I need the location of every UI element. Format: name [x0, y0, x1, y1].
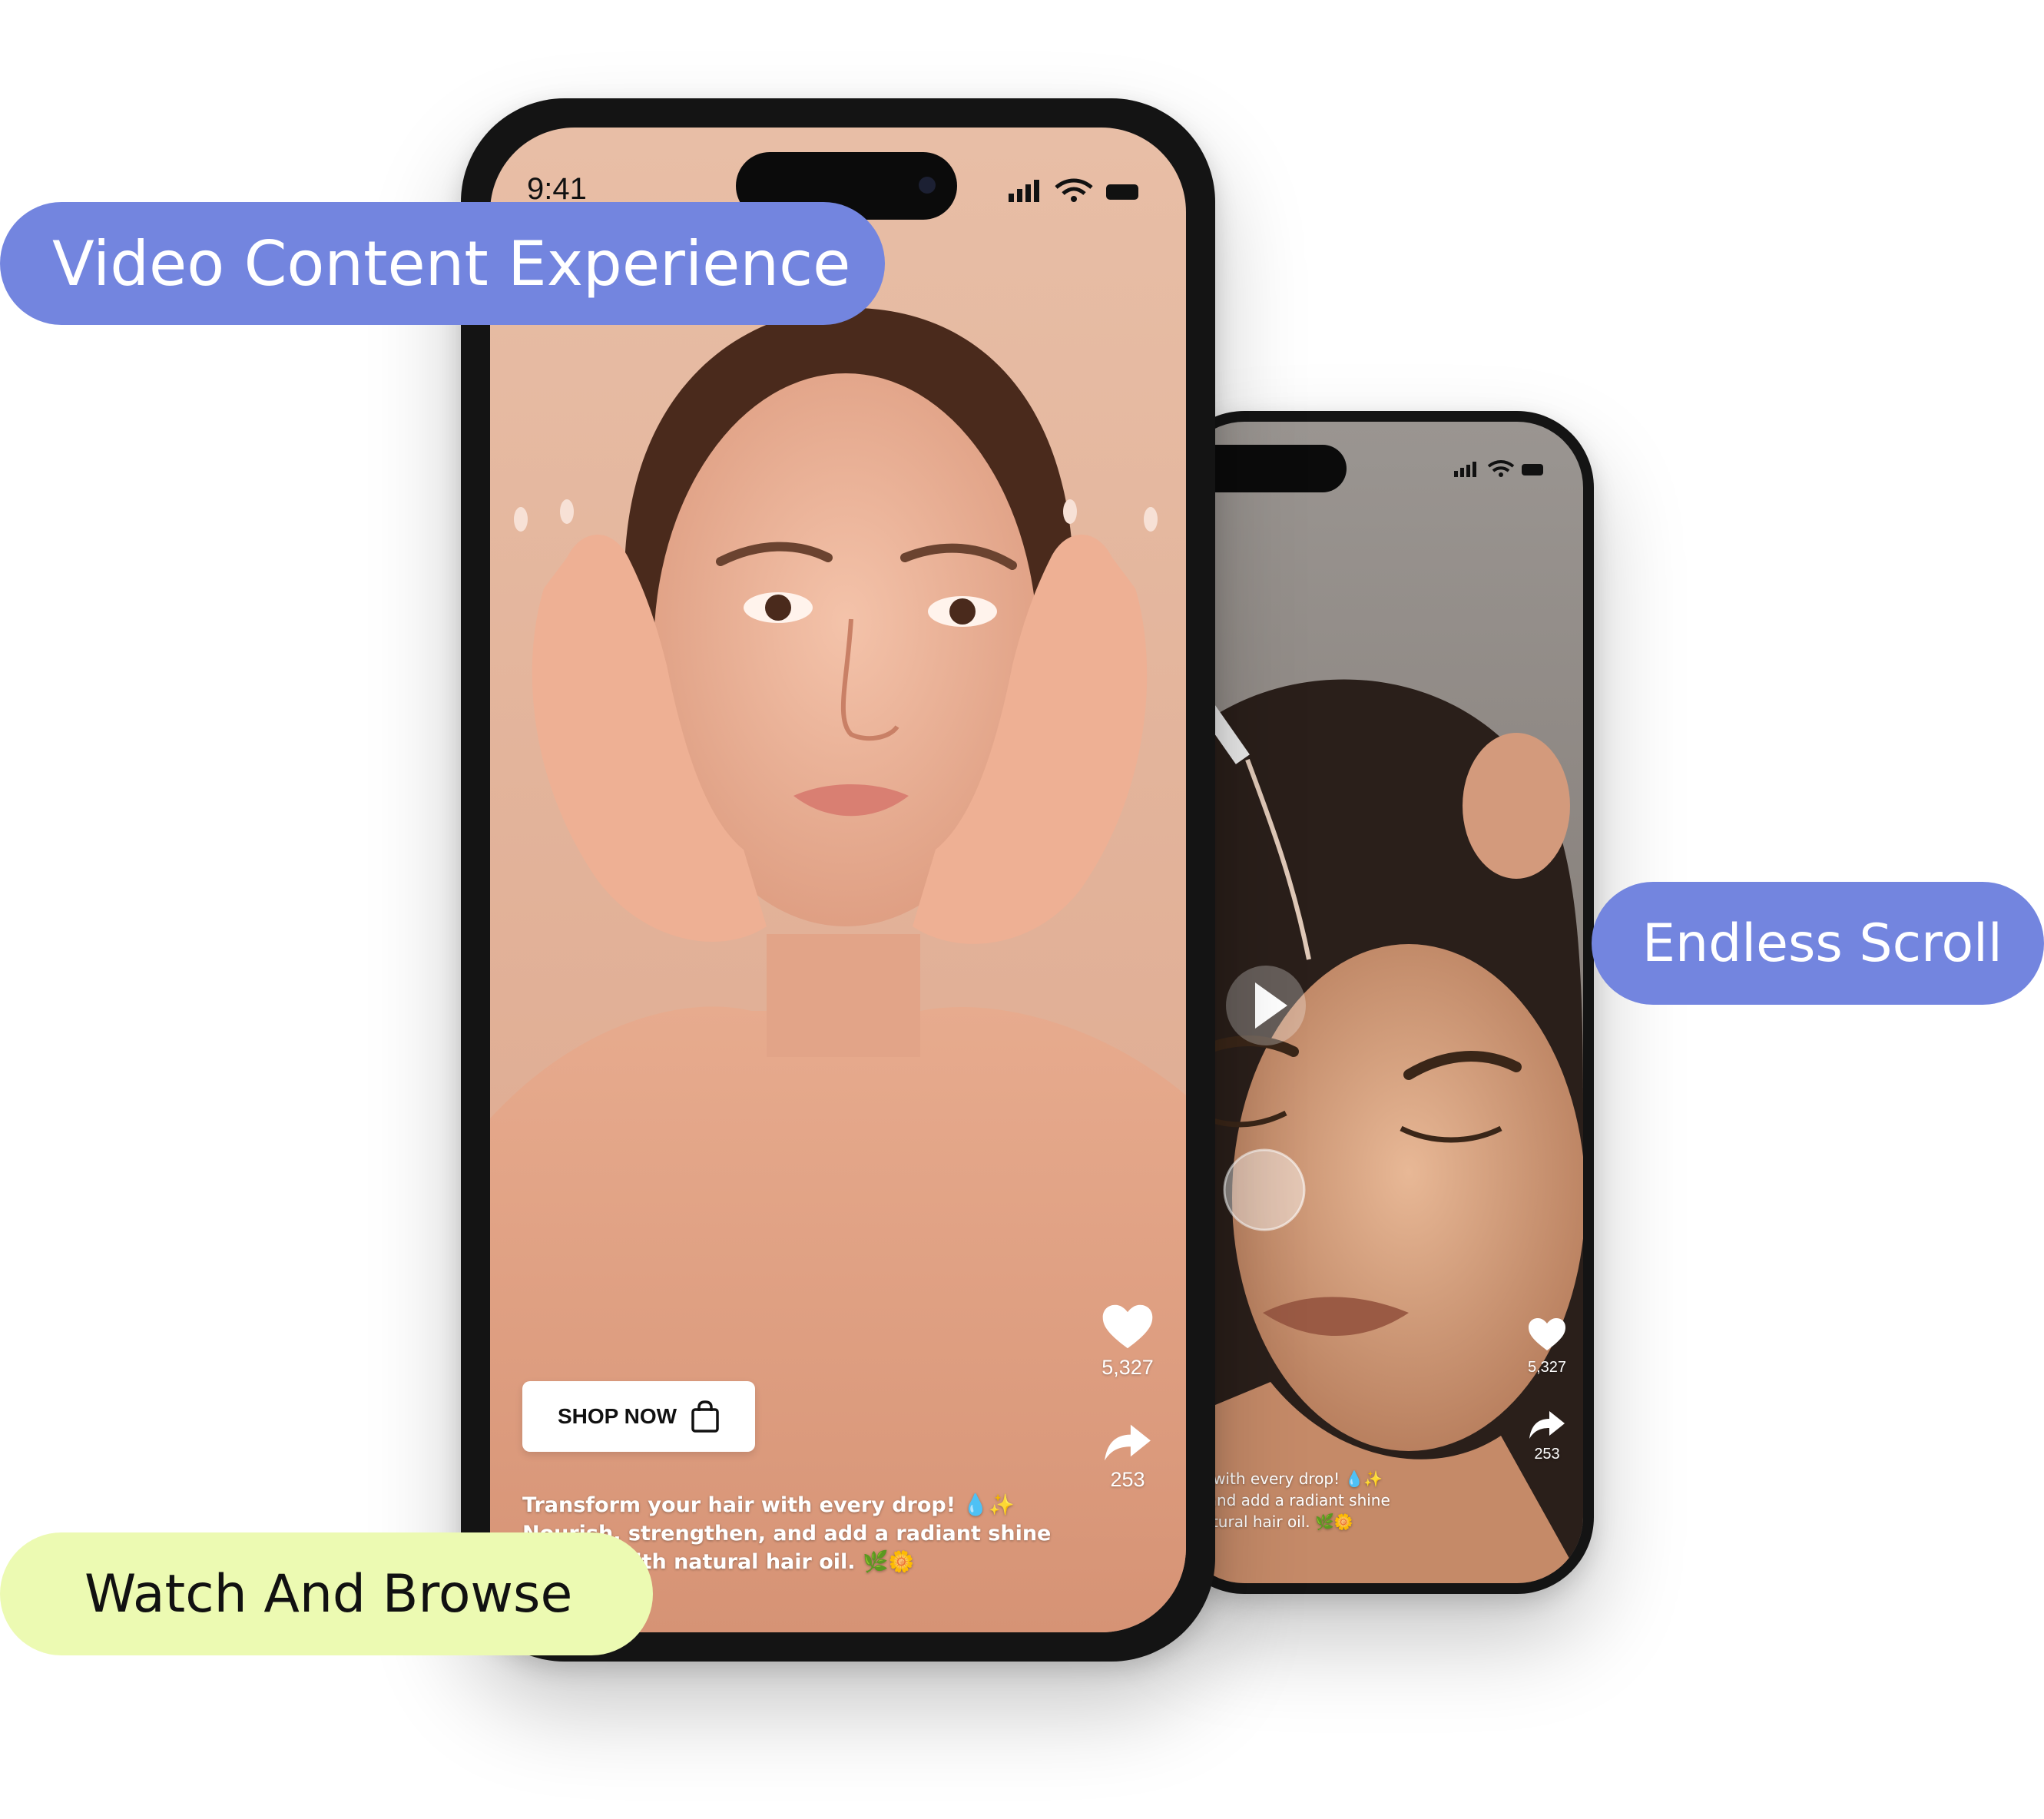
label-text: Video Content Experience — [52, 227, 851, 300]
shop-now-button[interactable]: SHOP NOW — [522, 1381, 755, 1452]
heart-icon — [1529, 1318, 1565, 1350]
watch-and-browse-label: Watch And Browse — [0, 1532, 653, 1655]
endless-scroll-label: Endless Scroll — [1592, 882, 2044, 1005]
video-caption: hair with every drop! 💧✨ en, and add a r… — [1178, 1468, 1486, 1532]
share-stat[interactable]: 253 — [1516, 1410, 1578, 1463]
like-count: 5,327 — [1527, 1359, 1567, 1376]
caption-line: en, and add a radiant shine — [1178, 1491, 1390, 1509]
like-count: 5,327 — [1102, 1356, 1154, 1379]
like-stat[interactable]: 5,327 — [1516, 1317, 1578, 1377]
label-text: Endless Scroll — [1642, 913, 2003, 974]
status-icons — [1454, 457, 1546, 480]
signal-wifi-battery-icon — [1009, 178, 1138, 202]
shopping-bag-icon — [691, 1400, 719, 1433]
like-stat[interactable]: 5,327 — [1082, 1303, 1174, 1380]
camera-dot — [919, 177, 936, 194]
secondary-phone: ▯ 5,327 253 hair with every drop! 💧✨ en,… — [1168, 411, 1594, 1594]
signal-wifi-battery-icon — [1454, 460, 1543, 477]
heart-icon — [1102, 1304, 1153, 1349]
share-stat[interactable]: 253 — [1082, 1423, 1174, 1492]
main-phone: 9:41 SHOP NOW 5,327 253 Transform your h… — [461, 98, 1215, 1662]
caption-line: hair with every drop! 💧✨ — [1178, 1469, 1383, 1488]
status-icons — [1009, 175, 1143, 206]
shop-now-label: SHOP NOW — [557, 1404, 677, 1428]
share-icon — [1529, 1411, 1565, 1439]
video-content-experience-label: Video Content Experience — [0, 202, 885, 325]
secondary-phone-screen[interactable]: ▯ 5,327 253 hair with every drop! 💧✨ en,… — [1178, 422, 1583, 1583]
share-count: 253 — [1534, 1446, 1560, 1463]
caption-line: Transform your hair with every drop! 💧✨ — [522, 1493, 1015, 1517]
caption-line: h natural hair oil. 🌿🌼 — [1178, 1513, 1353, 1531]
share-count: 253 — [1110, 1468, 1145, 1491]
label-text: Watch And Browse — [84, 1563, 573, 1625]
main-phone-screen[interactable]: 9:41 SHOP NOW 5,327 253 Transform your h… — [490, 128, 1186, 1632]
share-icon — [1105, 1424, 1151, 1461]
